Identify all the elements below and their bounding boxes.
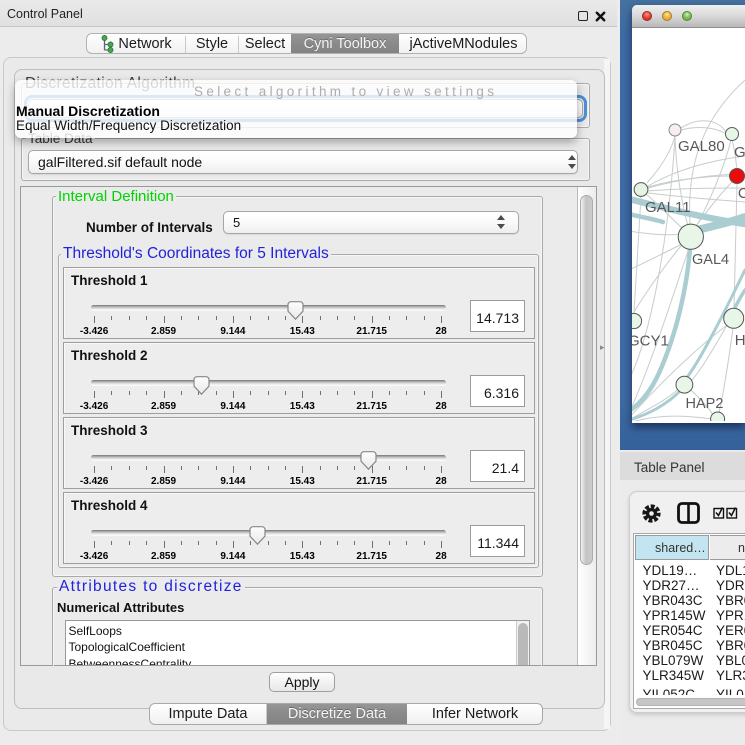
- svg-text:GCY1: GCY1: [632, 333, 669, 350]
- svg-text:HAP2: HAP2: [686, 396, 724, 412]
- svg-text:GAL80: GAL80: [678, 138, 725, 155]
- svg-text:H: H: [735, 332, 745, 349]
- svg-text:C: C: [738, 185, 745, 202]
- svg-text:GAL4: GAL4: [692, 252, 729, 268]
- svg-text:GAL11: GAL11: [645, 199, 691, 216]
- svg-text:GA: GA: [734, 144, 745, 161]
